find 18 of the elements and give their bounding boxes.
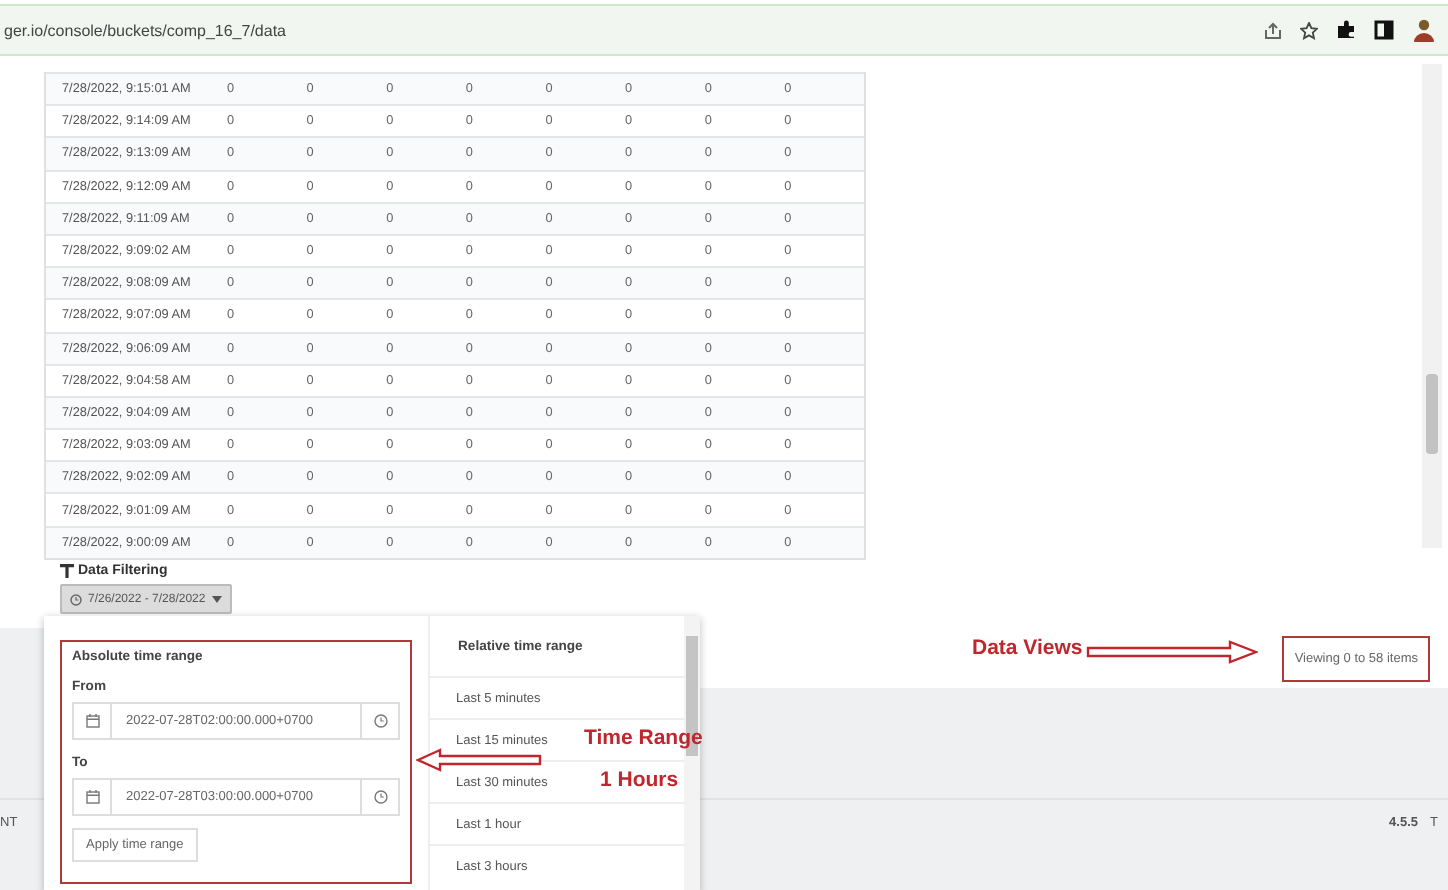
- clock-icon: [373, 790, 387, 804]
- arrow-icon: [416, 748, 544, 776]
- clock-icon: [373, 714, 387, 728]
- clock-icon: [70, 593, 82, 605]
- calendar-icon: [85, 790, 99, 804]
- annotation-label: 1 Hours: [600, 770, 679, 791]
- annotation-label: Time Range: [584, 728, 703, 749]
- profile-icon: [1412, 18, 1436, 42]
- calendar-icon: [85, 714, 99, 728]
- puzzle-icon: [1336, 20, 1356, 40]
- annotation-label: Data Views: [972, 638, 1083, 659]
- filter-icon: [60, 564, 74, 578]
- share-icon: [1264, 21, 1282, 39]
- sidebar-icon: [1374, 20, 1394, 40]
- star-icon: [1300, 21, 1318, 39]
- scrollbar-thumb[interactable]: [1426, 374, 1438, 454]
- arrow-icon: [1086, 640, 1258, 664]
- caret-icon: [211, 595, 222, 603]
